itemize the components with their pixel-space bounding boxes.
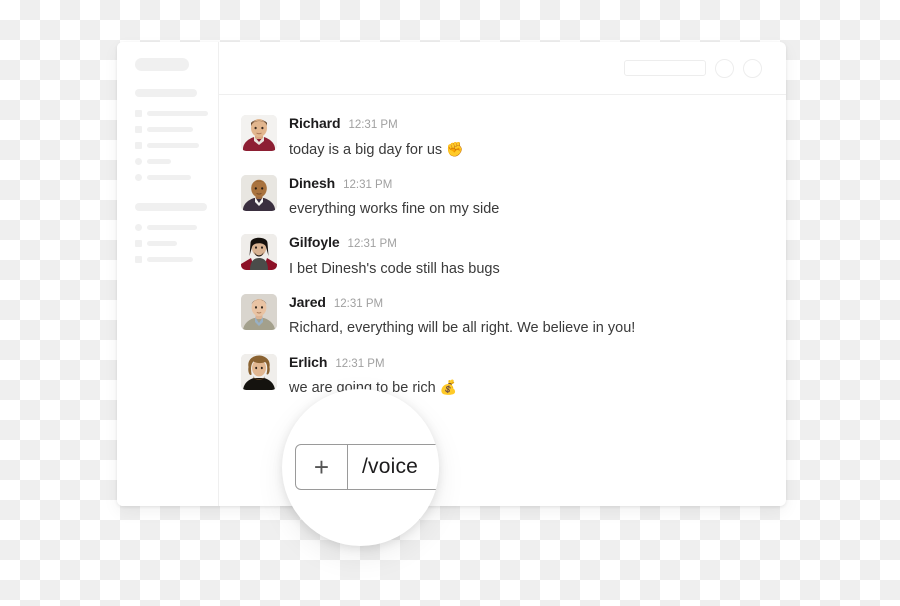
message-body: Dinesh 12:31 PM everything works fine on… <box>289 175 499 219</box>
message-text: Richard, everything will be all right. W… <box>289 320 636 337</box>
message-body: Richard 12:31 PM today is a big day for … <box>289 115 464 159</box>
presence-icon <box>135 224 142 231</box>
message-timestamp: 12:31 PM <box>347 238 397 251</box>
sidebar-section-header-2[interactable] <box>135 203 207 211</box>
header-avatar-circle-2[interactable] <box>743 58 762 78</box>
message-author[interactable]: Dinesh <box>289 176 335 190</box>
message-body: Jared 12:31 PM Richard, everything will … <box>289 294 635 338</box>
hash-icon <box>135 256 142 263</box>
message-text: I bet Dinesh's code still has bugs <box>289 260 500 277</box>
message-timestamp: 12:31 PM <box>335 357 385 370</box>
sidebar-item[interactable] <box>135 240 208 247</box>
presence-icon <box>135 174 142 181</box>
message-row: Dinesh 12:31 PM everything works fine on… <box>219 167 786 227</box>
channel-header <box>219 42 786 95</box>
header-avatar-circle-1[interactable] <box>715 58 734 78</box>
message-timestamp: 12:31 PM <box>348 119 398 131</box>
screenshot-canvas: Richard 12:31 PM today is a big day for … <box>0 0 900 606</box>
sidebar-section-header-1[interactable] <box>135 89 197 97</box>
sidebar-item[interactable] <box>135 158 208 165</box>
hash-icon <box>135 126 142 133</box>
avatar-richard[interactable] <box>241 115 277 151</box>
search-input[interactable] <box>624 60 706 76</box>
sidebar-item-label <box>147 175 191 180</box>
message-row: Jared 12:31 PM Richard, everything will … <box>219 286 786 346</box>
message-author[interactable]: Richard <box>289 116 341 130</box>
message-body: Gilfoyle 12:31 PM I bet Dinesh's code st… <box>289 234 500 278</box>
fist-emoji: ✊ <box>446 140 464 157</box>
magnifier-loupe: + /voice <box>282 389 439 546</box>
message-row: Erlich 12:31 PM we are going to be rich … <box>219 346 786 406</box>
sidebar-item[interactable] <box>135 256 208 263</box>
sidebar-item[interactable] <box>135 126 208 133</box>
message-author[interactable]: Gilfoyle <box>289 235 340 249</box>
sidebar-item-label <box>147 241 177 246</box>
message-row: Gilfoyle 12:31 PM I bet Dinesh's code st… <box>219 226 786 286</box>
message-author[interactable]: Erlich <box>289 355 327 369</box>
workspace-name-placeholder[interactable] <box>135 58 189 71</box>
slash-command-input[interactable]: /voice <box>348 445 432 489</box>
message-timestamp: 12:31 PM <box>343 178 393 191</box>
message-meta: Dinesh 12:31 PM <box>289 176 499 192</box>
avatar-jared[interactable] <box>241 293 277 330</box>
message-meta: Erlich 12:31 PM <box>289 355 457 371</box>
sidebar <box>117 42 219 506</box>
add-attachment-plus-icon[interactable]: + <box>296 445 348 489</box>
sidebar-item[interactable] <box>135 110 208 117</box>
message-timestamp: 12:31 PM <box>333 297 384 310</box>
chat-app-window: Richard 12:31 PM today is a big day for … <box>117 42 786 506</box>
sidebar-item-label <box>147 143 199 148</box>
sidebar-item[interactable] <box>135 224 208 231</box>
message-text-content: today is a big day for us <box>289 141 447 158</box>
message-meta: Gilfoyle 12:31 PM <box>289 235 500 251</box>
sidebar-item-label <box>147 111 208 116</box>
sidebar-item-label <box>147 225 197 230</box>
sidebar-item-label <box>147 257 193 262</box>
message-composer-zoomed[interactable]: + /voice <box>295 444 439 490</box>
hash-icon <box>135 142 142 149</box>
avatar-erlich[interactable] <box>241 353 277 390</box>
avatar-dinesh[interactable] <box>241 174 277 211</box>
message-row: Richard 12:31 PM today is a big day for … <box>219 107 786 167</box>
hash-icon <box>135 110 142 117</box>
sidebar-item[interactable] <box>135 174 208 181</box>
message-author[interactable]: Jared <box>289 295 326 309</box>
message-meta: Jared 12:31 PM <box>289 295 635 311</box>
avatar-gilfoyle[interactable] <box>241 234 277 271</box>
sidebar-item-label <box>147 127 193 132</box>
message-text: everything works fine on my side <box>289 201 500 218</box>
message-text: today is a big day for us ✊ <box>289 141 464 159</box>
money-bag-emoji: 💰 <box>439 379 458 395</box>
hash-icon <box>135 240 142 247</box>
message-meta: Richard 12:31 PM <box>289 116 464 132</box>
sidebar-item-label <box>147 159 171 164</box>
sidebar-item[interactable] <box>135 142 208 149</box>
presence-icon <box>135 158 142 165</box>
